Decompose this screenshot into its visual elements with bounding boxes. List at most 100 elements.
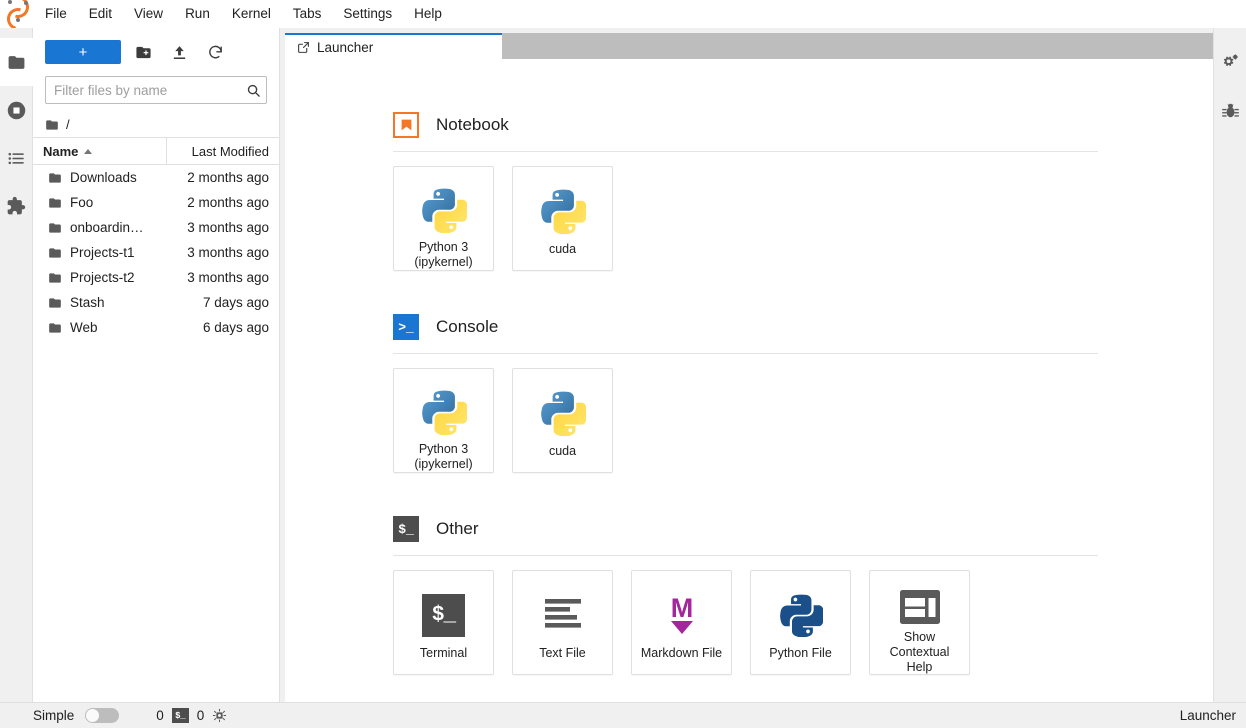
main-area: + Filter files by name / Name Last Modif… bbox=[0, 28, 1246, 702]
terminal-count: 0 bbox=[196, 708, 205, 723]
python-logo-icon bbox=[421, 387, 467, 437]
sidebar-item-running-sessions[interactable] bbox=[0, 86, 33, 134]
list-item-modified: 2 months ago bbox=[187, 195, 269, 210]
kernel-count: 0 bbox=[156, 708, 164, 723]
status-counts[interactable]: 0 $_ 0 bbox=[156, 708, 227, 723]
launcher-card-console-python3[interactable]: Python 3 (ipykernel) bbox=[393, 368, 494, 473]
list-item[interactable]: Stash 7 days ago bbox=[33, 290, 279, 315]
section-divider bbox=[393, 151, 1098, 152]
upload-icon bbox=[173, 45, 185, 59]
left-activity-bar bbox=[0, 28, 33, 702]
launcher-card-console-cuda[interactable]: cuda bbox=[512, 368, 613, 473]
launcher-icon bbox=[298, 41, 309, 53]
launcher-card-label: Terminal bbox=[419, 646, 468, 660]
sort-ascending-icon bbox=[84, 148, 93, 154]
card-row: Python 3 (ipykernel) cuda bbox=[393, 166, 1213, 271]
list-item[interactable]: onboardin… 3 months ago bbox=[33, 215, 279, 240]
launcher-section-notebook: Notebook Python 3 (ipykernel) cuda bbox=[393, 107, 1213, 271]
folder-icon bbox=[46, 119, 58, 130]
toggle-knob bbox=[86, 709, 100, 722]
card-label-line1: Python 3 bbox=[418, 442, 469, 456]
card-row: Python 3 (ipykernel) cuda bbox=[393, 368, 1213, 473]
upload-button[interactable] bbox=[165, 40, 193, 64]
launcher-card-notebook-cuda[interactable]: cuda bbox=[512, 166, 613, 271]
section-title: Console bbox=[436, 317, 499, 336]
list-item[interactable]: Downloads 2 months ago bbox=[33, 165, 279, 190]
jupyter-logo-icon bbox=[0, 0, 34, 28]
simple-mode-label: Simple bbox=[33, 708, 75, 723]
launcher-card-python-file[interactable]: Python File bbox=[750, 570, 851, 675]
menu-help[interactable]: Help bbox=[403, 2, 453, 25]
menu-edit[interactable]: Edit bbox=[78, 2, 123, 25]
card-label-line1: Show Contextual bbox=[889, 630, 950, 659]
menu-settings[interactable]: Settings bbox=[332, 2, 403, 25]
folder-icon bbox=[49, 322, 61, 333]
puzzle-piece-icon bbox=[7, 196, 26, 215]
python-logo-icon bbox=[421, 185, 467, 235]
refresh-icon bbox=[208, 45, 222, 58]
sidebar-item-file-browser[interactable] bbox=[0, 38, 33, 86]
text-file-icon bbox=[541, 589, 585, 641]
breadcrumb[interactable]: / bbox=[33, 112, 279, 138]
jupyterlab-window: File Edit View Run Kernel Tabs Settings … bbox=[0, 0, 1246, 728]
status-bar-left: Simple 0 $_ 0 bbox=[33, 708, 227, 723]
bug-icon bbox=[1221, 103, 1239, 117]
refresh-button[interactable] bbox=[201, 40, 229, 64]
menu-kernel[interactable]: Kernel bbox=[221, 2, 282, 25]
list-item[interactable]: Projects-t1 3 months ago bbox=[33, 240, 279, 265]
list-item-label: Web bbox=[70, 320, 98, 335]
list-item-label: Stash bbox=[70, 295, 105, 310]
launcher-card-text-file[interactable]: Text File bbox=[512, 570, 613, 675]
launcher-card-label: Markdown File bbox=[640, 646, 723, 660]
list-item-name-cell: Web bbox=[33, 320, 171, 335]
launcher-card-show-contextual-help[interactable]: Show Contextual Help bbox=[869, 570, 970, 675]
launcher-card-markdown-file[interactable]: M Markdown File bbox=[631, 570, 732, 675]
new-launcher-button[interactable]: + bbox=[45, 40, 121, 64]
list-item-label: Downloads bbox=[70, 170, 137, 185]
menu-tabs[interactable]: Tabs bbox=[282, 2, 333, 25]
section-title: Notebook bbox=[436, 115, 509, 134]
sidebar-item-debugger[interactable] bbox=[1214, 86, 1246, 134]
contextual-help-icon bbox=[899, 589, 941, 625]
kernel-chip-icon[interactable] bbox=[212, 708, 227, 723]
main-dock-panel: Launcher Notebook Python 3 (ipykernel) c… bbox=[280, 28, 1213, 702]
list-item[interactable]: Projects-t2 3 months ago bbox=[33, 265, 279, 290]
simple-mode-toggle[interactable] bbox=[85, 708, 120, 723]
sidebar-item-property-inspector[interactable] bbox=[1214, 38, 1246, 86]
list-item[interactable]: Web 6 days ago bbox=[33, 315, 279, 340]
tab-launcher[interactable]: Launcher bbox=[285, 33, 502, 59]
column-header-name[interactable]: Name bbox=[33, 138, 167, 164]
launcher-card-notebook-python3[interactable]: Python 3 (ipykernel) bbox=[393, 166, 494, 271]
list-item-label: Projects-t2 bbox=[70, 270, 135, 285]
folder-icon bbox=[49, 297, 61, 308]
launcher-card-terminal[interactable]: $_ Terminal bbox=[393, 570, 494, 675]
list-item-modified: 6 days ago bbox=[202, 320, 269, 335]
file-browser-toolbar: + bbox=[33, 34, 279, 70]
list-item[interactable]: Foo 2 months ago bbox=[33, 190, 279, 215]
list-item-label: onboardin… bbox=[70, 220, 144, 235]
card-label-line1: Python 3 bbox=[418, 240, 469, 254]
markdown-icon: M bbox=[661, 589, 703, 641]
list-item-name-cell: Downloads bbox=[33, 170, 171, 185]
search-input[interactable] bbox=[46, 82, 240, 98]
sidebar-item-table-of-contents[interactable] bbox=[0, 134, 33, 182]
launcher-card-label: Python File bbox=[769, 646, 832, 660]
new-folder-button[interactable] bbox=[129, 40, 157, 64]
launcher-card-label: cuda bbox=[548, 444, 577, 458]
menu-file[interactable]: File bbox=[34, 2, 78, 25]
column-header-last-modified[interactable]: Last Modified bbox=[167, 138, 279, 164]
launcher-panel: Notebook Python 3 (ipykernel) cuda >_ Co… bbox=[285, 59, 1213, 702]
gears-icon bbox=[1223, 53, 1238, 66]
list-item-modified: 2 months ago bbox=[187, 170, 269, 185]
filter-files-field[interactable] bbox=[45, 76, 267, 104]
menu-view[interactable]: View bbox=[123, 2, 174, 25]
menu-run[interactable]: Run bbox=[174, 2, 221, 25]
card-row: $_ Terminal Text File M Markdown File Py… bbox=[393, 570, 1213, 675]
search-icon[interactable] bbox=[240, 83, 266, 98]
file-browser-panel: + Filter files by name / Name Last Modif… bbox=[33, 28, 280, 702]
launcher-card-label: Python 3 (ipykernel) bbox=[411, 437, 475, 472]
sidebar-item-extension-manager[interactable] bbox=[0, 182, 33, 230]
card-label-line2: (ipykernel) bbox=[414, 457, 473, 471]
status-bar-active-item: Launcher bbox=[1179, 708, 1236, 723]
terminal-prompt-icon: $_ bbox=[393, 516, 419, 542]
